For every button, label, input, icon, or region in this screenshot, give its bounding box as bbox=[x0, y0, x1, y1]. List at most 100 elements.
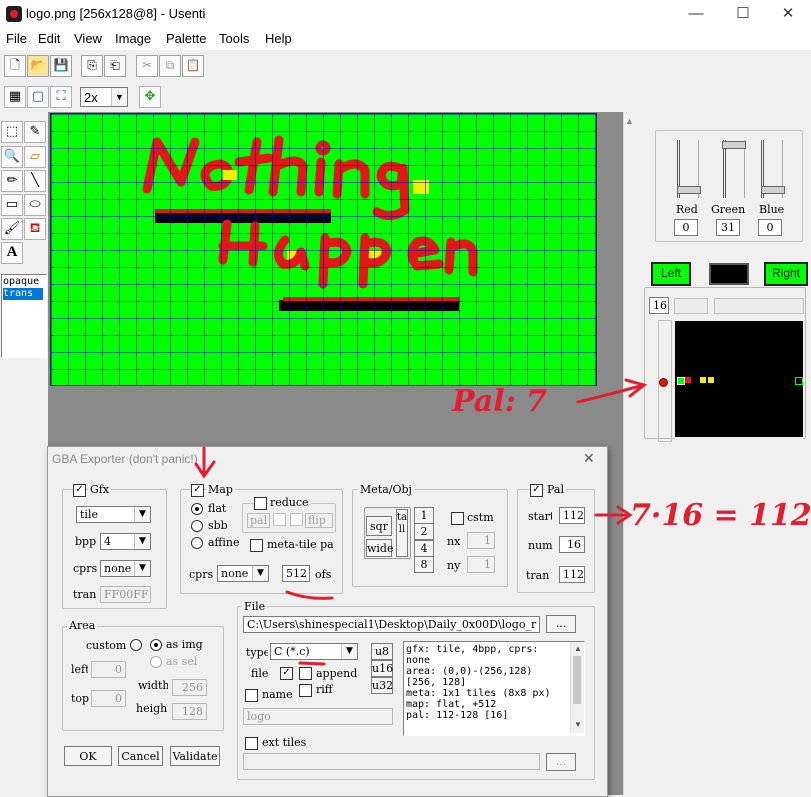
size-1-button[interactable]: 1 bbox=[414, 507, 434, 524]
scroll-down-icon[interactable]: ▼ bbox=[574, 720, 582, 729]
blue-value-field[interactable]: 0 bbox=[758, 219, 782, 236]
export-icon[interactable]: ⎗ bbox=[104, 55, 126, 77]
gfx-checkbox[interactable]: ✓ bbox=[73, 484, 86, 497]
palette-field-3[interactable] bbox=[714, 298, 804, 314]
palette-grid[interactable] bbox=[675, 321, 803, 441]
file-checkbox[interactable]: ✓ bbox=[280, 667, 293, 680]
dialog-close-icon[interactable]: ✕ bbox=[583, 450, 595, 467]
name-checkbox[interactable] bbox=[245, 689, 258, 702]
reduce-checkbox[interactable] bbox=[254, 497, 267, 510]
palette-field-2[interactable] bbox=[674, 298, 708, 314]
palette-swatch-red[interactable] bbox=[685, 377, 691, 383]
menu-palette[interactable]: Palette bbox=[166, 31, 206, 46]
cancel-button[interactable]: Cancel bbox=[118, 746, 163, 766]
area-custom-radio[interactable] bbox=[130, 639, 142, 651]
minimize-button[interactable]: — bbox=[673, 0, 719, 28]
palette-swatch-yellow-2[interactable] bbox=[708, 377, 714, 383]
red-value-field[interactable]: 0 bbox=[674, 219, 698, 236]
ny-field[interactable]: 1 bbox=[467, 556, 495, 573]
palette-swatch-green[interactable] bbox=[677, 377, 685, 385]
eraser-icon[interactable]: ▱ bbox=[24, 146, 46, 168]
maximize-button[interactable]: ☐ bbox=[720, 0, 766, 28]
gfx-tran-field[interactable]: FF00FF bbox=[100, 586, 151, 603]
symbol-name-field[interactable]: logo bbox=[243, 708, 393, 725]
pencil-icon[interactable]: ✏ bbox=[1, 170, 23, 192]
reduce-pal-checkbox[interactable]: pal bbox=[247, 513, 271, 528]
rectangle-icon[interactable]: ▭ bbox=[1, 194, 23, 216]
map-flat-radio[interactable] bbox=[191, 503, 203, 515]
scroll-up-icon[interactable]: ▲ bbox=[625, 116, 634, 126]
map-sbb-radio[interactable] bbox=[191, 520, 203, 532]
bpp-select[interactable]: 4 ▼ bbox=[100, 533, 151, 550]
ext-tiles-checkbox[interactable] bbox=[245, 737, 258, 750]
zoom-select[interactable]: 2x ▼ bbox=[80, 87, 128, 107]
red-slider-thumb[interactable] bbox=[677, 186, 701, 194]
open-folder-icon[interactable]: 📂 bbox=[27, 55, 49, 77]
map-cprs-select[interactable]: none ▼ bbox=[217, 565, 269, 582]
zoom-icon[interactable]: 🔍 bbox=[1, 146, 23, 168]
paste-icon[interactable]: 📋 bbox=[182, 55, 204, 77]
area-left-field[interactable]: 0 bbox=[91, 661, 126, 678]
image-canvas[interactable] bbox=[50, 113, 597, 386]
area-width-field[interactable]: 256 bbox=[172, 679, 207, 696]
menu-edit[interactable]: Edit bbox=[38, 31, 60, 46]
list-item-trans[interactable]: trans bbox=[3, 288, 43, 300]
file-path-field[interactable]: C:\Users\shinespecial1\Desktop\Daily_0x0… bbox=[243, 616, 540, 633]
ext-tiles-path-field[interactable] bbox=[243, 753, 540, 770]
new-file-icon[interactable]: 🗋 bbox=[4, 55, 26, 77]
fit-view-icon[interactable]: ⛶ bbox=[50, 86, 72, 108]
info-scroll-thumb[interactable] bbox=[573, 656, 581, 704]
map-ofs-field[interactable]: 512 bbox=[282, 565, 310, 582]
ellipse-icon[interactable]: ⬭ bbox=[24, 194, 46, 216]
tile-grid-icon[interactable]: ▢ bbox=[27, 86, 49, 108]
nx-field[interactable]: 1 bbox=[467, 532, 495, 549]
size-4-button[interactable]: 4 bbox=[414, 540, 434, 557]
brush-icon[interactable]: 🖌 bbox=[1, 218, 23, 240]
u8-button[interactable]: u8 bbox=[371, 643, 393, 660]
area-height-field[interactable]: 128 bbox=[172, 703, 207, 720]
left-color-button[interactable]: Left bbox=[651, 262, 691, 286]
eyedropper-icon[interactable]: ✎ bbox=[24, 121, 46, 143]
metatile-checkbox[interactable] bbox=[250, 539, 263, 552]
map-affine-radio[interactable] bbox=[191, 537, 203, 549]
cut-icon[interactable]: ✂ bbox=[136, 55, 158, 77]
area-asimg-radio[interactable] bbox=[150, 639, 162, 651]
ok-button[interactable]: OK bbox=[64, 746, 112, 766]
line-icon[interactable]: ╲ bbox=[24, 170, 46, 192]
menu-file[interactable]: File bbox=[6, 31, 27, 46]
shape-sqr-button[interactable]: sqr bbox=[366, 516, 392, 536]
ext-tiles-browse-button[interactable]: ... bbox=[546, 753, 576, 771]
pal-num-field[interactable]: 16 bbox=[559, 536, 585, 553]
reduce-tile-checkbox[interactable] bbox=[273, 513, 286, 526]
info-scrollbar[interactable]: ▲ ▼ bbox=[570, 642, 584, 733]
pal-tran-field[interactable]: 112 bbox=[559, 566, 585, 583]
fill-icon[interactable]: ⛾ bbox=[24, 218, 46, 240]
grid-icon[interactable]: ▦ bbox=[4, 86, 26, 108]
browse-button[interactable]: ... bbox=[546, 615, 576, 633]
list-item-opaque[interactable]: opaque bbox=[3, 276, 43, 288]
palette-swatch-outline[interactable] bbox=[795, 377, 803, 385]
green-value-field[interactable]: 31 bbox=[716, 219, 740, 236]
canvas-vertical-scrollbar[interactable] bbox=[623, 112, 637, 795]
scroll-up-icon[interactable]: ▲ bbox=[574, 644, 582, 653]
reduce-flip-checkbox[interactable] bbox=[290, 513, 303, 526]
shape-tall-button[interactable]: tall bbox=[396, 509, 408, 557]
area-assel-radio[interactable] bbox=[150, 656, 162, 668]
palette-index-field[interactable]: 16 bbox=[649, 297, 669, 314]
text-icon[interactable]: A bbox=[1, 242, 23, 264]
marquee-icon[interactable]: ⬚ bbox=[1, 121, 23, 143]
u16-button[interactable]: u16 bbox=[371, 660, 393, 677]
palette-swatch-yellow-1[interactable] bbox=[700, 377, 706, 383]
move-icon[interactable]: ✥ bbox=[139, 86, 161, 108]
riff-checkbox[interactable] bbox=[299, 684, 312, 697]
pal-start-field[interactable]: 112 bbox=[559, 507, 585, 524]
gfx-cprs-select[interactable]: none ▼ bbox=[100, 560, 151, 577]
menu-tools[interactable]: Tools bbox=[219, 31, 249, 46]
import-icon[interactable]: ⎘ bbox=[81, 55, 103, 77]
blue-slider-thumb[interactable] bbox=[761, 186, 785, 194]
palette-bank-marker[interactable] bbox=[659, 378, 668, 387]
cstm-checkbox[interactable] bbox=[451, 512, 464, 525]
gfx-type-select[interactable]: tile ▼ bbox=[76, 506, 151, 523]
copy-icon[interactable]: ⧉ bbox=[159, 55, 181, 77]
u32-button[interactable]: u32 bbox=[371, 677, 393, 694]
